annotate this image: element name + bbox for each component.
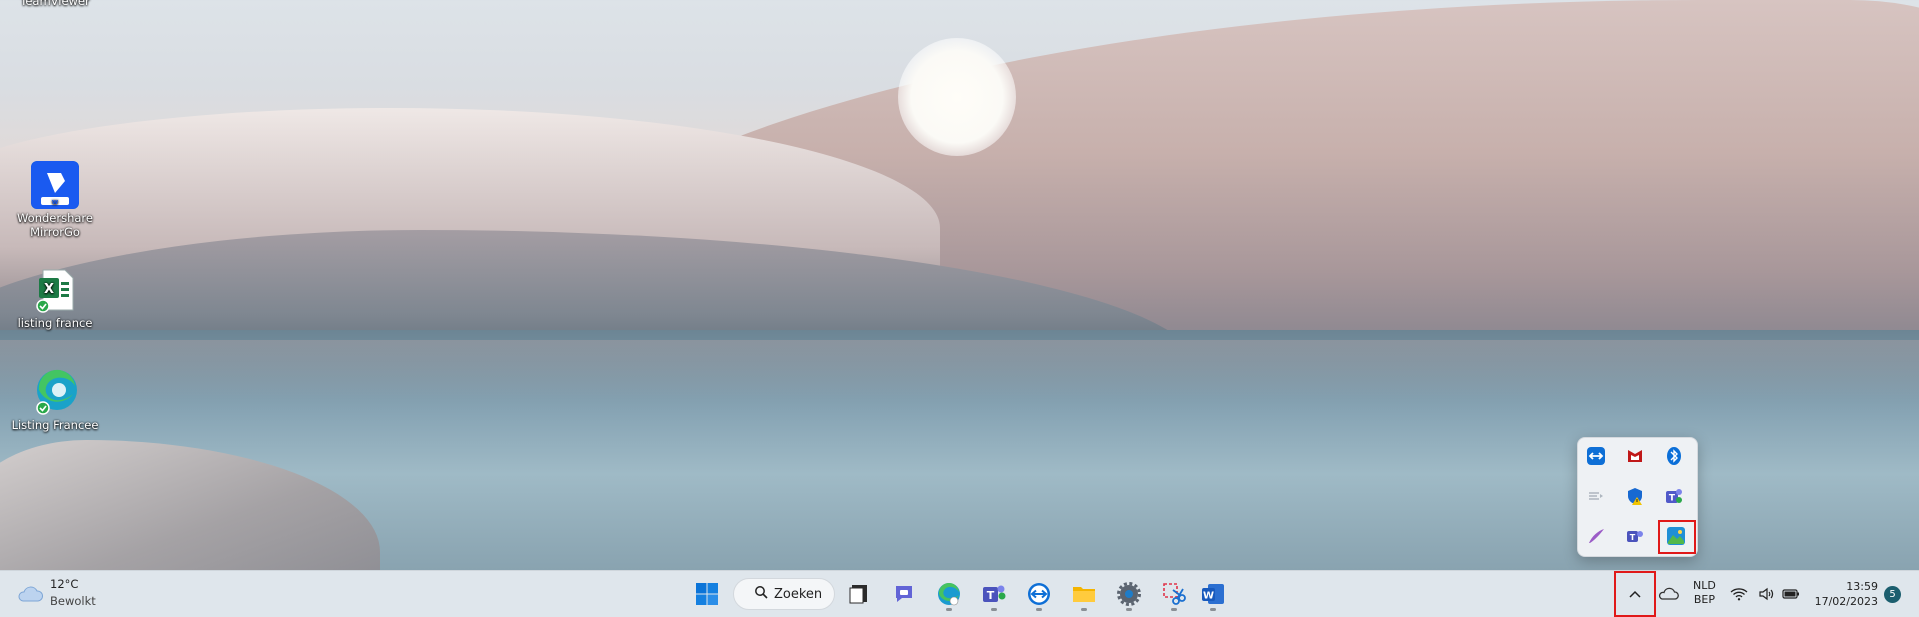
teamviewer-button[interactable] [1022,578,1056,611]
settings-button[interactable] [1112,578,1146,611]
chat-button[interactable] [887,578,921,610]
running-indicator [946,608,952,611]
svg-text:T: T [1630,533,1636,542]
show-hidden-icons-button[interactable] [1614,571,1656,617]
folder-icon [1073,587,1095,602]
word-button[interactable]: W [1196,578,1230,611]
wallpaper-sun [898,38,1016,156]
wallpaper-reflection [0,340,1919,400]
svg-text:T: T [987,589,995,602]
word-icon: W [1202,584,1224,604]
scissors-icon [1163,583,1186,605]
speaker-icon [1759,587,1774,601]
running-indicator [1081,608,1087,611]
mirrorgo-icon: w [31,161,79,209]
edge-icon [938,582,960,606]
running-indicator [1171,608,1177,611]
battery-icon [1782,589,1799,599]
cloud-icon [16,583,44,609]
running-indicator [1126,608,1132,611]
snipping-tool-button[interactable] [1157,578,1191,611]
teams-icon: T [983,585,1006,602]
task-view-button[interactable] [842,578,876,610]
taskbar: 12°C Bewolkt Zoeken T W NLD BEP 13:59 17… [0,570,1919,617]
desktop-icon-listing-france[interactable]: X listing france [5,266,105,330]
teams-classic-icon[interactable]: T [1623,524,1647,548]
clock-date: 17/02/2023 [1814,595,1878,608]
notification-badge[interactable]: 5 [1884,586,1901,603]
onedrive-button[interactable] [1651,578,1685,610]
network-button[interactable] [1728,578,1750,610]
keyboard-layout: BEP [1693,593,1715,606]
battery-button[interactable] [1780,578,1802,610]
search-label: Zoeken [774,586,823,602]
security-warning-icon[interactable] [1623,484,1647,508]
teams-button[interactable]: T [977,578,1011,611]
teamviewer-icon [1028,583,1050,605]
system-clock[interactable]: 13:59 17/02/2023 [1812,579,1878,609]
start-button[interactable] [690,578,724,610]
desktop-icon-label: Wondershare MirrorGo [16,211,93,239]
edge-file-icon [31,368,79,416]
volume-button[interactable] [1756,578,1778,610]
bluetooth-icon[interactable] [1662,444,1686,468]
teamviewer-icon[interactable] [1584,444,1608,468]
running-indicator [1210,608,1216,611]
search-icon [754,585,768,603]
excel-file-icon: X [31,266,79,314]
file-explorer-button[interactable] [1067,578,1101,611]
running-indicator [991,608,997,611]
desktop-icon-label: Listing Francee [11,418,99,432]
language-code: NLD [1693,579,1716,592]
gear-icon [1117,582,1141,606]
svg-text:X: X [44,282,54,297]
svg-text:T: T [1669,494,1676,504]
svg-text:w: w [52,198,59,206]
task-view-icon [849,585,867,604]
edge-button[interactable] [932,578,966,611]
desktop-icon-teamviewer[interactable]: TeamViewer [5,0,105,8]
teams-icon[interactable]: T [1662,484,1686,508]
photo-app-highlight [1658,520,1696,554]
desktop-icon-listing-francee[interactable]: Listing Francee [5,368,105,432]
audio-device-icon[interactable] [1584,484,1608,508]
input-language-indicator[interactable]: NLD BEP [1693,579,1716,607]
clock-time: 13:59 [1846,580,1878,593]
svg-text:W: W [1203,591,1214,602]
desktop-icon-mirrorgo[interactable]: w Wondershare MirrorGo [5,161,105,239]
desktop-icon-label: listing france [17,316,93,330]
wifi-icon [1730,588,1748,601]
running-indicator [1036,608,1042,611]
desktop-icon-label: TeamViewer [20,0,90,8]
cloud-icon [1658,587,1679,600]
weather-temp: 12°C [50,577,79,591]
search-box[interactable]: Zoeken [733,578,835,610]
quill-icon[interactable] [1584,524,1608,548]
mcafee-icon[interactable] [1623,444,1647,468]
windows-logo-icon [696,583,718,605]
weather-widget[interactable]: 12°C Bewolkt [16,577,136,611]
chat-icon [896,586,912,602]
chevron-up-icon [1629,590,1641,598]
weather-condition: Bewolkt [50,594,96,608]
desktop-wallpaper: TeamViewer w Wondershare MirrorGo X list… [0,0,1919,570]
